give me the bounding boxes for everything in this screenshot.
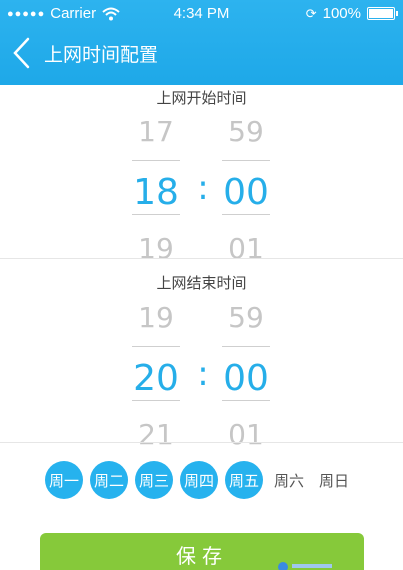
- end-minute-next: 01: [228, 418, 264, 451]
- day-saturday[interactable]: 周六: [270, 461, 308, 499]
- start-time-separator: :: [197, 168, 209, 208]
- picker-line: [222, 346, 270, 347]
- day-wednesday[interactable]: 周三: [135, 461, 173, 499]
- status-bar: ●●●●● Carrier 4:34 PM ⟳ 100%: [0, 0, 403, 28]
- rotation-lock-icon: ⟳: [305, 5, 317, 21]
- start-hour-value: 18: [133, 172, 179, 213]
- start-minute-value: 00: [223, 172, 269, 213]
- start-hour-prev: 17: [138, 119, 174, 148]
- watermark-logo: [278, 562, 338, 570]
- day-friday[interactable]: 周五: [225, 461, 263, 499]
- picker-line: [222, 400, 270, 401]
- section-divider: [0, 258, 403, 259]
- battery-icon: [367, 7, 398, 20]
- start-hour-picker[interactable]: 17 18 19: [132, 119, 180, 265]
- weekday-selector: 周一 周二 周三 周四 周五 周六 周日: [45, 461, 360, 499]
- start-hour-next: 19: [138, 232, 174, 265]
- picker-line: [132, 346, 180, 347]
- picker-line: [222, 160, 270, 161]
- day-thursday[interactable]: 周四: [180, 461, 218, 499]
- day-monday[interactable]: 周一: [45, 461, 83, 499]
- picker-line: [132, 160, 180, 161]
- end-hour-picker[interactable]: 19 20 21: [132, 305, 180, 451]
- end-minute-prev: 59: [228, 305, 264, 334]
- end-hour-next: 21: [138, 418, 174, 451]
- end-hour-value: 20: [133, 358, 179, 399]
- start-time-label: 上网开始时间: [156, 90, 247, 107]
- day-sunday[interactable]: 周日: [315, 461, 353, 499]
- start-minute-picker[interactable]: 59 00 01: [222, 119, 270, 265]
- picker-line: [132, 214, 180, 215]
- end-hour-prev: 19: [138, 305, 174, 334]
- battery-percent: 100%: [322, 5, 361, 22]
- end-time-separator: :: [197, 354, 209, 394]
- status-right: ⟳ 100%: [305, 5, 398, 22]
- page-title: 上网时间配置: [44, 45, 159, 66]
- top-bar: ●●●●● Carrier 4:34 PM ⟳ 100% 上网时间配置: [0, 0, 403, 85]
- section-divider: [0, 442, 403, 443]
- start-minute-next: 01: [228, 232, 264, 265]
- end-time-label: 上网结束时间: [156, 275, 247, 292]
- end-minute-value: 00: [223, 358, 269, 399]
- back-arrow-icon[interactable]: [10, 36, 34, 70]
- picker-line: [222, 214, 270, 215]
- nav-bar: 上网时间配置: [0, 28, 403, 85]
- day-tuesday[interactable]: 周二: [90, 461, 128, 499]
- start-minute-prev: 59: [228, 119, 264, 148]
- end-minute-picker[interactable]: 59 00 01: [222, 305, 270, 451]
- picker-line: [132, 400, 180, 401]
